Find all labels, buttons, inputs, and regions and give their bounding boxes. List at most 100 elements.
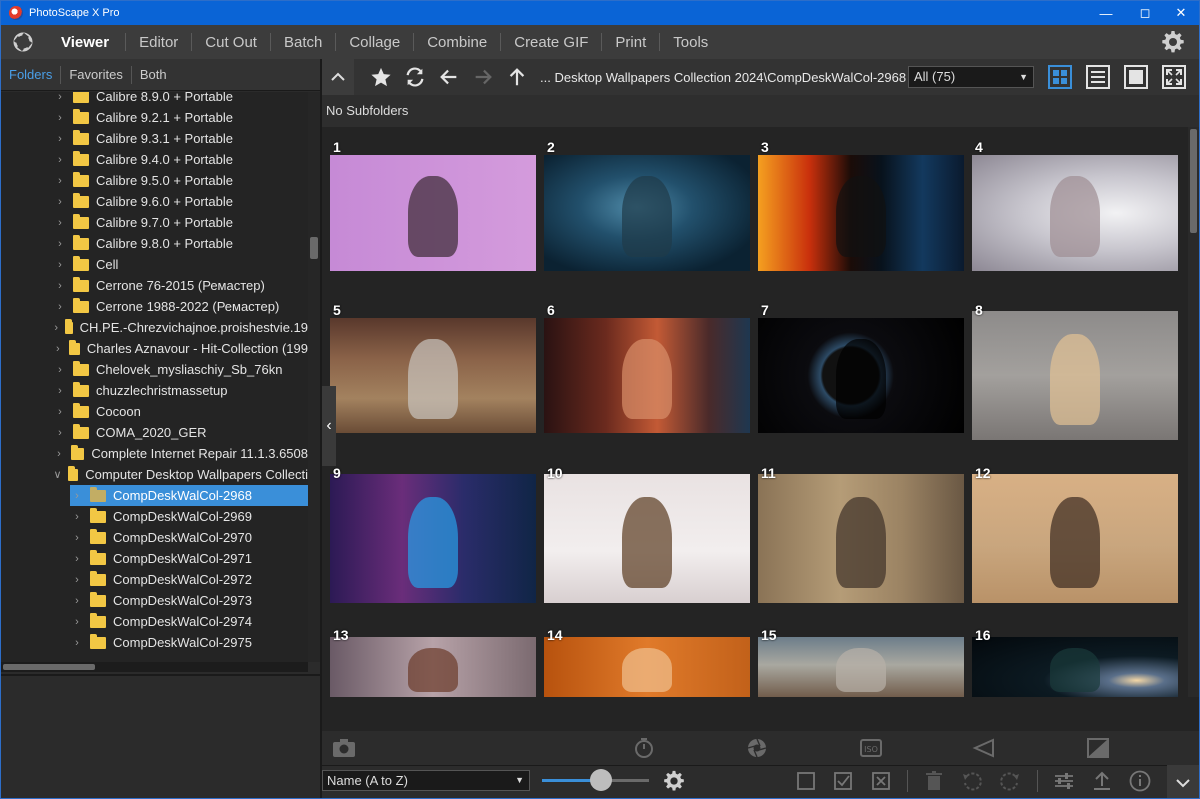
chevron-right-icon[interactable]: › bbox=[53, 196, 67, 208]
tree-item[interactable]: › Calibre 9.3.1 + Portable bbox=[1, 128, 308, 149]
tree-item[interactable]: › Calibre 9.5.0 + Portable bbox=[1, 170, 308, 191]
tab-both[interactable]: Both bbox=[130, 65, 175, 84]
chevron-right-icon[interactable]: › bbox=[53, 175, 67, 187]
thumbnail-item[interactable]: 7 bbox=[758, 302, 964, 462]
tree-item[interactable]: › CompDeskWalCol-2975 bbox=[1, 632, 308, 653]
chevron-right-icon[interactable]: › bbox=[53, 406, 67, 418]
chevron-right-icon[interactable]: › bbox=[53, 280, 67, 292]
menu-collage[interactable]: Collage bbox=[336, 25, 413, 59]
tree-item[interactable]: › CompDeskWalCol-2968 bbox=[70, 485, 308, 506]
tree-item[interactable]: › CompDeskWalCol-2973 bbox=[1, 590, 308, 611]
thumbnail-item[interactable]: 14 bbox=[544, 627, 750, 697]
deselect-icon[interactable] bbox=[870, 770, 892, 792]
thumbnail-image[interactable] bbox=[972, 637, 1178, 697]
single-view-icon[interactable] bbox=[1124, 65, 1148, 89]
thumbnail-item[interactable]: 13 bbox=[330, 627, 536, 697]
chevron-right-icon[interactable]: › bbox=[70, 553, 84, 565]
tree-item[interactable]: › Calibre 8.9.0 + Portable bbox=[1, 92, 308, 107]
chevron-right-icon[interactable]: › bbox=[70, 616, 84, 628]
chevron-right-icon[interactable]: › bbox=[70, 490, 84, 502]
tree-item[interactable]: › CompDeskWalCol-2972 bbox=[1, 569, 308, 590]
menu-combine[interactable]: Combine bbox=[414, 25, 500, 59]
chevron-right-icon[interactable]: › bbox=[53, 112, 67, 124]
tree-item[interactable]: ∨ Computer Desktop Wallpapers Collecti bbox=[1, 464, 308, 485]
back-arrow-icon[interactable] bbox=[432, 59, 466, 95]
thumbnail-item[interactable]: 16 bbox=[972, 627, 1178, 697]
thumbnail-size-slider-knob[interactable] bbox=[590, 769, 612, 791]
thumbnail-item[interactable]: 1 bbox=[330, 139, 536, 299]
thumbnail-image[interactable] bbox=[972, 155, 1178, 271]
tree-item[interactable]: › chuzzlechristmassetup bbox=[1, 380, 308, 401]
collapse-up-button[interactable] bbox=[322, 59, 354, 95]
tree-item[interactable]: › CompDeskWalCol-2974 bbox=[1, 611, 308, 632]
menu-tools[interactable]: Tools bbox=[660, 25, 721, 59]
thumbnail-image[interactable] bbox=[758, 155, 964, 271]
tree-item[interactable]: › Cerrone 1988-2022 (Ремастер) bbox=[1, 296, 308, 317]
collapse-left-panel-button[interactable]: ‹ bbox=[322, 386, 336, 466]
menu-editor[interactable]: Editor bbox=[126, 25, 191, 59]
thumbnail-item[interactable]: 8 bbox=[972, 302, 1178, 462]
iso-icon[interactable]: ISO bbox=[859, 738, 883, 758]
chevron-right-icon[interactable]: › bbox=[70, 532, 84, 544]
chevron-right-icon[interactable]: › bbox=[70, 511, 84, 523]
folder-tree-scroll-thumb[interactable] bbox=[310, 237, 318, 259]
aperture-icon[interactable] bbox=[745, 738, 769, 758]
sort-order-select[interactable]: Name (A to Z) ▼ bbox=[322, 770, 530, 791]
chevron-right-icon[interactable]: › bbox=[53, 217, 67, 229]
menu-create-gif[interactable]: Create GIF bbox=[501, 25, 601, 59]
thumbnail-image[interactable] bbox=[544, 155, 750, 271]
tree-item[interactable]: › COMA_2020_GER bbox=[1, 422, 308, 443]
chevron-right-icon[interactable]: › bbox=[53, 385, 67, 397]
chevron-down-icon[interactable]: ∨ bbox=[53, 468, 62, 481]
chevron-right-icon[interactable]: › bbox=[53, 92, 67, 103]
tree-item[interactable]: › CH.PE.-Chrezvichajnoe.proishestvie.19 bbox=[1, 317, 308, 338]
tree-item[interactable]: › Calibre 9.6.0 + Portable bbox=[1, 191, 308, 212]
tree-item[interactable]: › Calibre 9.2.1 + Portable bbox=[1, 107, 308, 128]
thumbnail-item[interactable]: 3 bbox=[758, 139, 964, 299]
menu-viewer[interactable]: Viewer bbox=[45, 25, 125, 59]
chevron-right-icon[interactable]: › bbox=[70, 595, 84, 607]
chevron-right-icon[interactable]: › bbox=[53, 301, 67, 313]
thumbnail-image[interactable] bbox=[544, 318, 750, 433]
chevron-right-icon[interactable]: › bbox=[53, 322, 59, 334]
tree-item[interactable]: › Chelovek_mysliaschiy_Sb_76kn bbox=[1, 359, 308, 380]
thumbnail-image[interactable] bbox=[330, 318, 536, 433]
adjust-sliders-icon[interactable] bbox=[1053, 770, 1075, 792]
tree-item[interactable]: › Calibre 9.8.0 + Portable bbox=[1, 233, 308, 254]
minimize-button[interactable]: — bbox=[1086, 1, 1126, 25]
chevron-right-icon[interactable]: › bbox=[70, 574, 84, 586]
thumbnail-image[interactable] bbox=[330, 155, 536, 271]
tree-item[interactable]: › Cocoon bbox=[1, 401, 308, 422]
thumbnail-image[interactable] bbox=[972, 311, 1178, 440]
chevron-right-icon[interactable]: › bbox=[53, 259, 67, 271]
tree-item[interactable]: › CompDeskWalCol-2971 bbox=[1, 548, 308, 569]
thumbnail-settings-gear-icon[interactable] bbox=[663, 770, 685, 792]
select-none-icon[interactable] bbox=[795, 770, 817, 792]
thumbnail-image[interactable] bbox=[330, 474, 536, 603]
timer-icon[interactable] bbox=[632, 738, 656, 758]
photoscape-logo-icon[interactable] bbox=[1, 25, 45, 59]
expand-panel-button[interactable] bbox=[1167, 765, 1199, 798]
tree-item[interactable]: › Complete Internet Repair 11.1.3.6508 bbox=[1, 443, 308, 464]
tree-item[interactable]: › Cerrone 76-2015 (Ремастер) bbox=[1, 275, 308, 296]
tree-item[interactable]: › Charles Aznavour - Hit-Collection (199 bbox=[1, 338, 308, 359]
chevron-right-icon[interactable]: › bbox=[53, 238, 67, 250]
chevron-right-icon[interactable]: › bbox=[53, 154, 67, 166]
tree-item[interactable]: › Calibre 9.7.0 + Portable bbox=[1, 212, 308, 233]
info-icon[interactable] bbox=[1129, 770, 1151, 792]
thumbnail-item[interactable]: 10 bbox=[544, 465, 750, 625]
thumbnail-item[interactable]: 15 bbox=[758, 627, 964, 697]
chevron-right-icon[interactable]: › bbox=[53, 364, 67, 376]
tree-item[interactable]: › CompDeskWalCol-2969 bbox=[1, 506, 308, 527]
thumbnail-item[interactable]: 5 bbox=[330, 302, 536, 462]
thumbnail-image[interactable] bbox=[758, 318, 964, 433]
chevron-right-icon[interactable]: › bbox=[53, 427, 67, 439]
tab-folders[interactable]: Folders bbox=[1, 66, 60, 84]
fullscreen-icon[interactable] bbox=[1162, 65, 1186, 89]
rotate-left-icon[interactable] bbox=[961, 770, 983, 792]
folder-tree-scrollbar[interactable] bbox=[308, 92, 320, 662]
menu-print[interactable]: Print bbox=[602, 25, 659, 59]
grid-view-icon[interactable] bbox=[1048, 65, 1072, 89]
list-view-icon[interactable] bbox=[1086, 65, 1110, 89]
settings-gear-icon[interactable] bbox=[1161, 30, 1185, 54]
